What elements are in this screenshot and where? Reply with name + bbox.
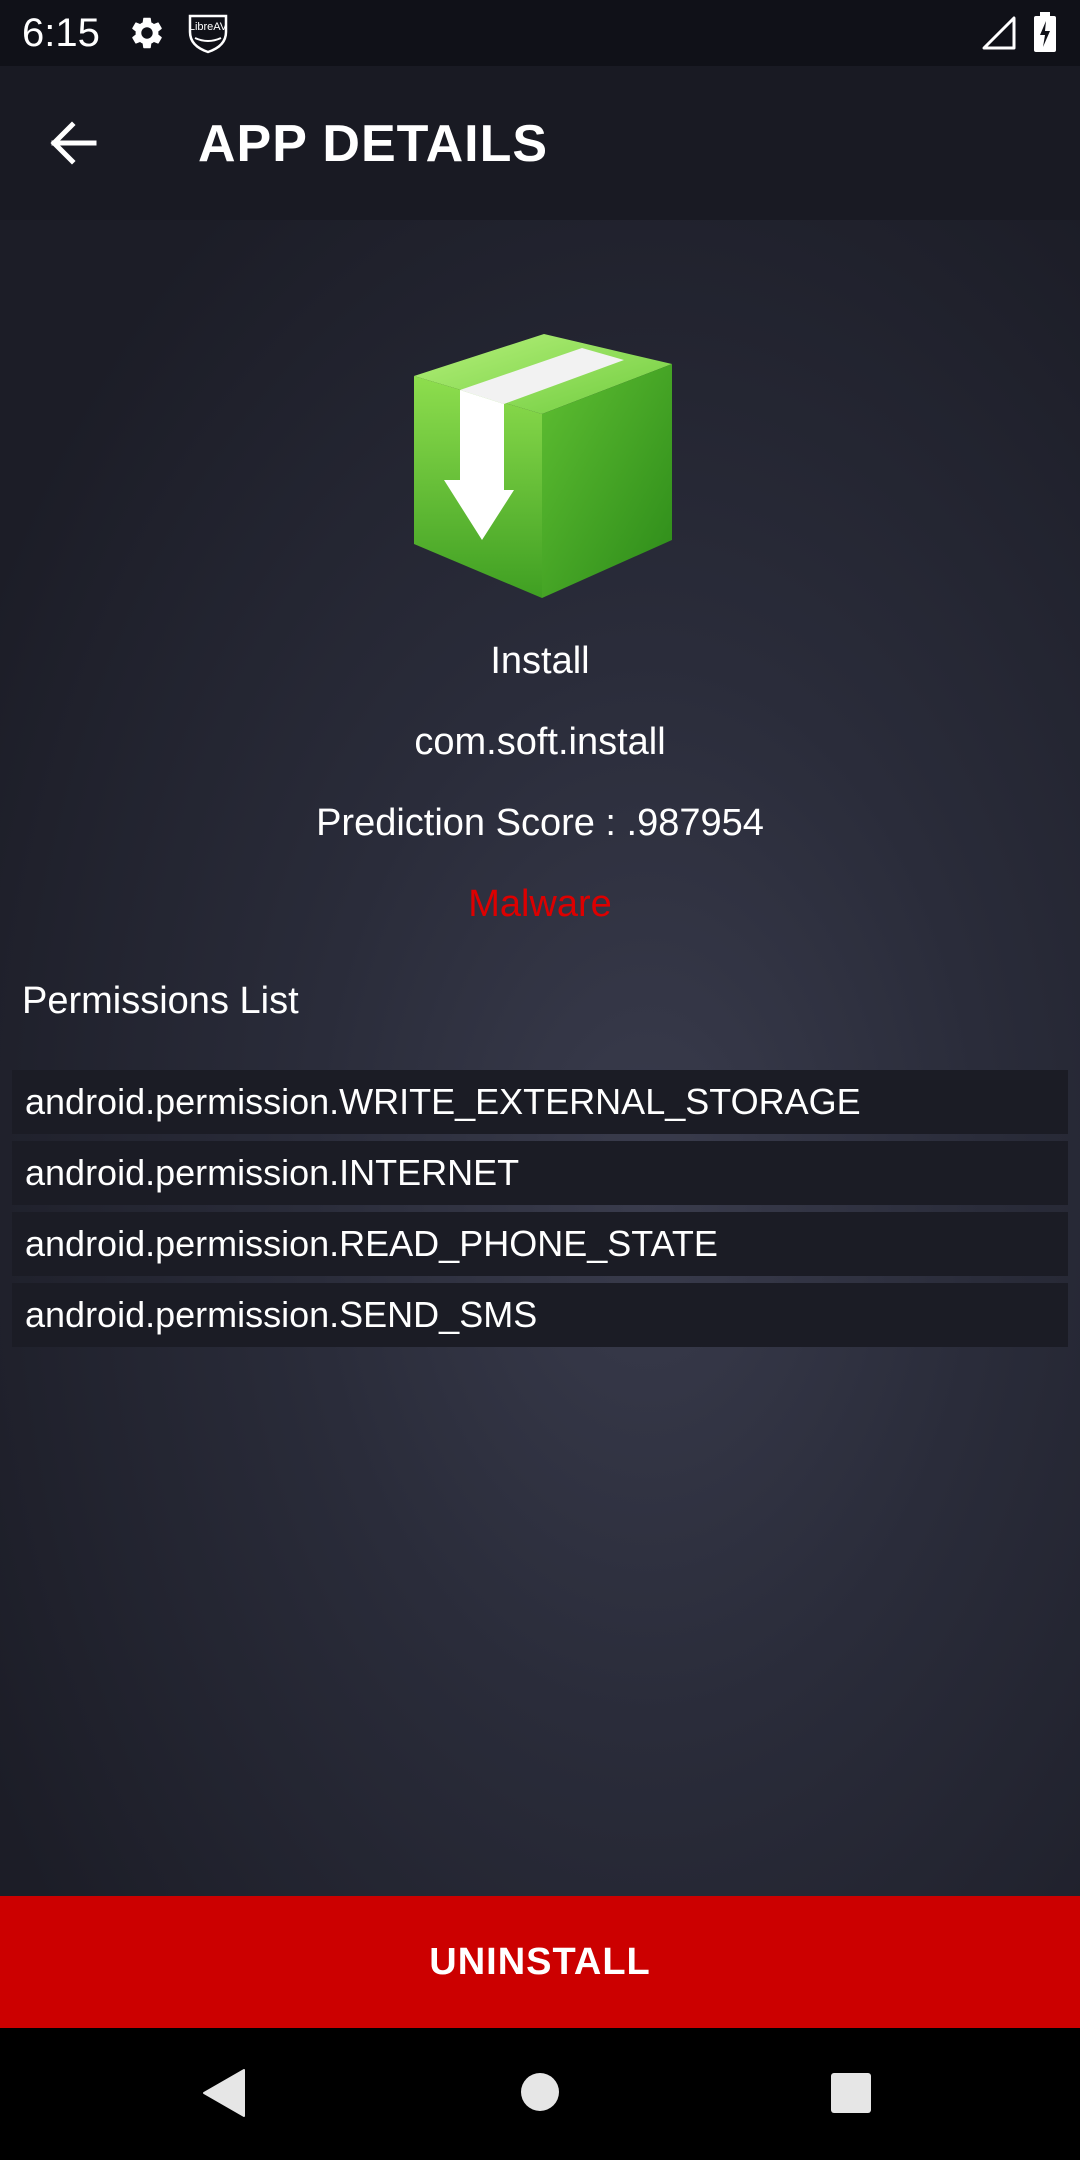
permission-item: android.permission.WRITE_EXTERNAL_STORAG…	[12, 1070, 1068, 1134]
signal-icon	[982, 16, 1016, 50]
green-package-box-icon	[414, 334, 672, 598]
libreav-shield-icon: LibreAV	[186, 12, 230, 54]
libreav-label: LibreAV	[188, 21, 228, 33]
permission-item: android.permission.SEND_SMS	[12, 1283, 1068, 1347]
arrow-left-icon	[50, 121, 97, 165]
back-button[interactable]	[40, 110, 106, 176]
home-circle-icon[interactable]	[520, 2072, 560, 2112]
verdict-label: Malware	[468, 883, 612, 925]
recents-square-icon[interactable]	[830, 2072, 872, 2114]
navigation-bar	[0, 2028, 1080, 2160]
prediction-score-label: Prediction Score :	[316, 802, 627, 844]
app-package-name: com.soft.install	[414, 721, 666, 763]
app-bar: APP DETAILS	[0, 66, 1080, 220]
permissions-heading: Permissions List	[22, 980, 299, 1022]
prediction-score-value: .987954	[626, 802, 764, 844]
permission-item: android.permission.READ_PHONE_STATE	[12, 1212, 1068, 1276]
permissions-list: android.permission.WRITE_EXTERNAL_STORAG…	[12, 1070, 1068, 1354]
permission-item: android.permission.INTERNET	[12, 1141, 1068, 1205]
app-name: Install	[490, 640, 590, 682]
gear-icon	[132, 17, 162, 49]
page-title: APP DETAILS	[198, 115, 549, 173]
status-time: 6:15	[22, 11, 100, 55]
status-bar: 6:15 LibreAV	[0, 0, 1080, 66]
battery-icon	[1034, 12, 1056, 52]
uninstall-button[interactable]: UNINSTALL	[0, 1896, 1080, 2028]
app-details-screen: 6:15 LibreAV APP DETAILS Install com.sof…	[0, 0, 1080, 2160]
prediction-score: Prediction Score : .987954	[0, 800, 1080, 846]
back-triangle-icon[interactable]	[202, 2068, 246, 2118]
